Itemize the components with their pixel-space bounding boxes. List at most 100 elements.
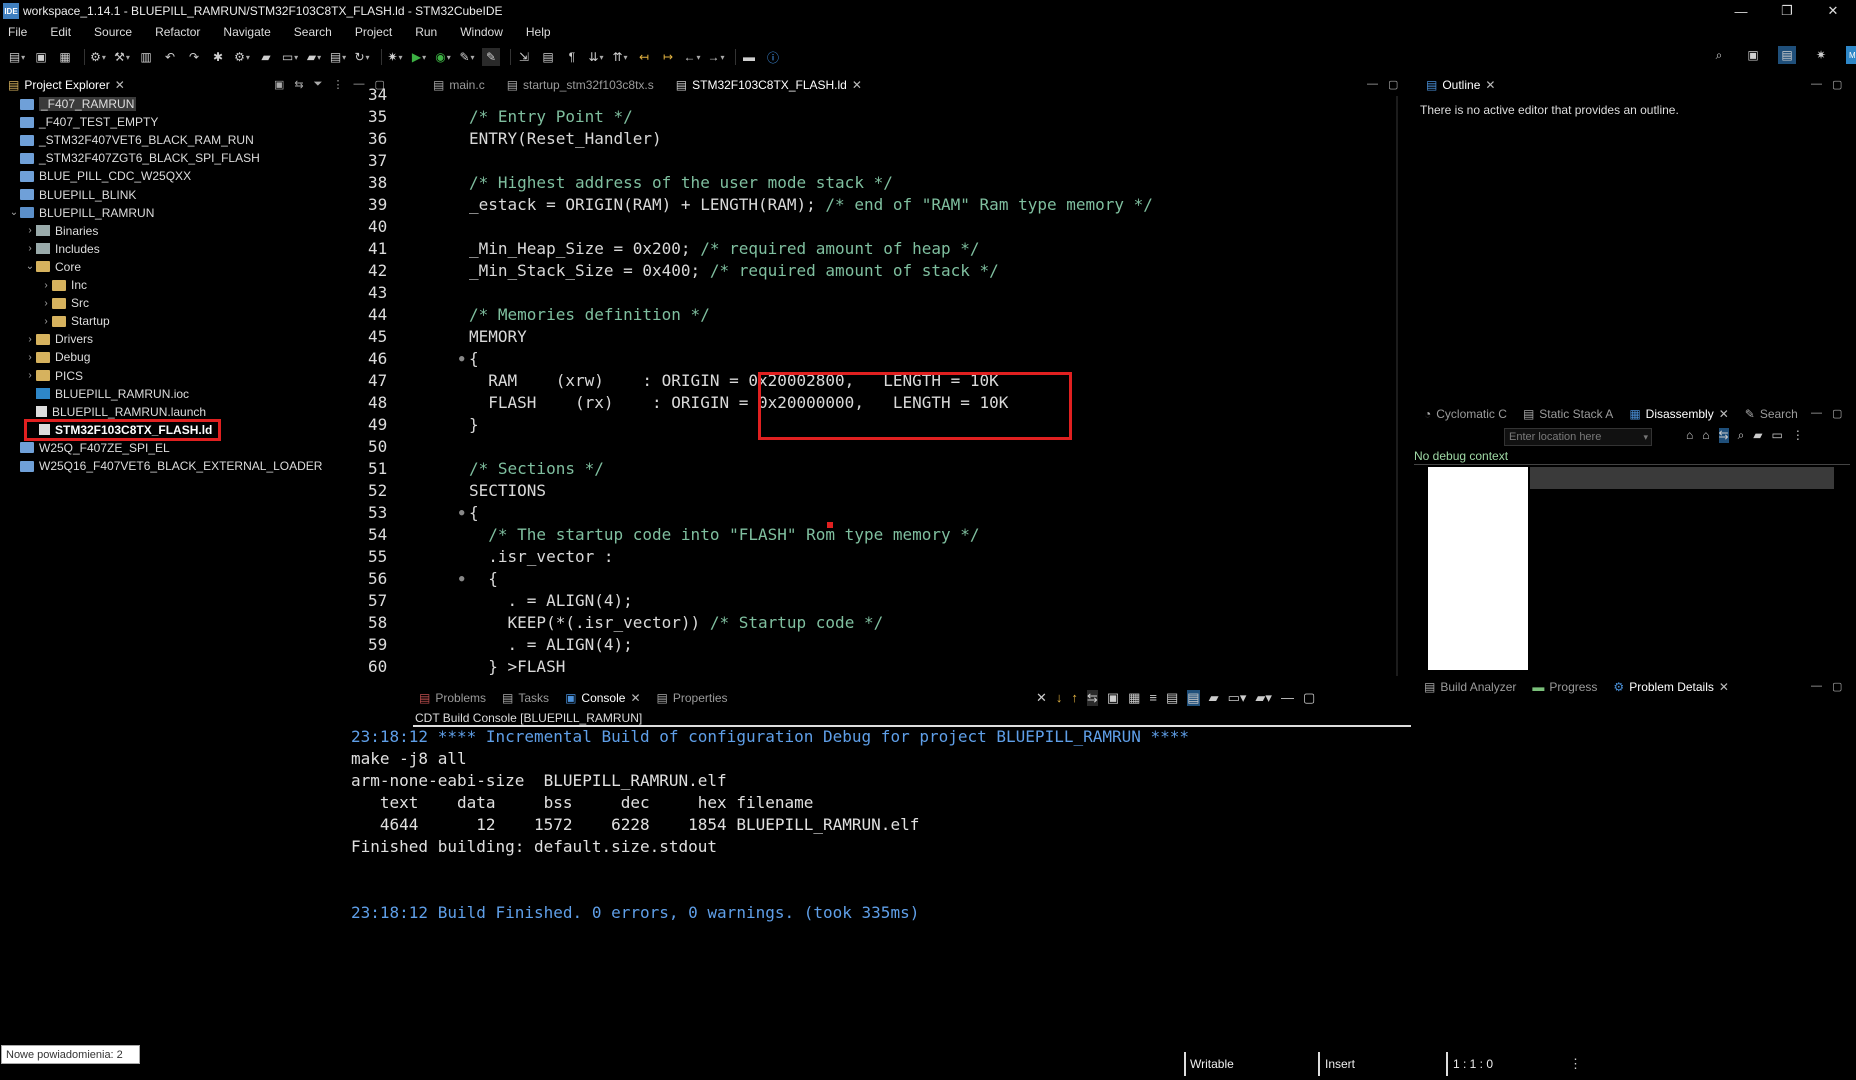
fold-icon[interactable]: ● bbox=[459, 348, 464, 370]
tree-item[interactable]: BLUEPILL_RAMRUN.launch bbox=[24, 404, 206, 420]
word-wrap-icon[interactable]: ≡ bbox=[1149, 690, 1157, 706]
tree-item[interactable]: ⌄ BLUEPILL_RAMRUN bbox=[8, 205, 155, 221]
brush-icon[interactable]: ✎ bbox=[458, 48, 476, 66]
tree-item[interactable]: _F407_TEST_EMPTY bbox=[8, 114, 158, 130]
tab-problem-details[interactable]: ⚙ Problem Details ✕ bbox=[1605, 676, 1737, 698]
next-annotation-icon[interactable]: ⇊ bbox=[587, 48, 605, 66]
build-config-icon[interactable]: ⚙ bbox=[89, 48, 107, 66]
build-hammer-icon[interactable]: ⚒ bbox=[113, 48, 131, 66]
close-icon[interactable]: ✕ bbox=[630, 691, 640, 705]
maximize-icon[interactable]: ▢ bbox=[1832, 680, 1842, 693]
chevron-right-icon[interactable]: › bbox=[40, 316, 52, 327]
new-source-icon[interactable]: ▤ bbox=[329, 48, 347, 66]
forward-icon[interactable]: → bbox=[707, 48, 725, 66]
maximize-icon[interactable]: ▢ bbox=[1303, 690, 1315, 706]
tree-item[interactable]: W25Q_F407ZE_SPI_EL bbox=[8, 440, 170, 456]
tab-disassembly[interactable]: ▦ Disassembly ✕ bbox=[1621, 403, 1736, 425]
tree-item[interactable]: _F407_RAMRUN bbox=[8, 96, 137, 112]
tab-progress[interactable]: ▬ Progress bbox=[1524, 676, 1605, 698]
pin-console-icon[interactable]: ▤ bbox=[1187, 690, 1200, 706]
new-project-icon[interactable]: ▭ bbox=[281, 48, 299, 66]
tree-item[interactable]: › Drivers bbox=[24, 331, 93, 347]
link-editor-icon[interactable]: ⇆ bbox=[294, 78, 303, 91]
menu-project[interactable]: Project bbox=[355, 25, 392, 39]
scroll-up-icon[interactable]: ↑ bbox=[1071, 690, 1078, 706]
clear-console-icon[interactable]: ✕ bbox=[1036, 690, 1047, 706]
debug-icon[interactable]: ✷ bbox=[386, 48, 404, 66]
console-output[interactable]: 23:18:12 **** Incremental Build of confi… bbox=[351, 726, 1191, 956]
close-icon[interactable]: ✕ bbox=[1485, 78, 1495, 92]
chevron-right-icon[interactable]: › bbox=[40, 298, 52, 309]
save-icon[interactable]: ▣ bbox=[32, 48, 50, 66]
device-config-icon[interactable]: ⚙ bbox=[233, 48, 251, 66]
menu-window[interactable]: Window bbox=[460, 25, 503, 39]
cpp-perspective-icon[interactable]: ▤ bbox=[1778, 46, 1796, 64]
tab-static-stack[interactable]: ▤ Static Stack A bbox=[1515, 403, 1621, 425]
open-perspective-icon[interactable]: ▣ bbox=[1744, 46, 1762, 64]
menu-source[interactable]: Source bbox=[94, 25, 132, 39]
chevron-down-icon[interactable]: ⌄ bbox=[8, 207, 20, 218]
refresh-icon[interactable]: ⌕ bbox=[1738, 428, 1745, 443]
close-icon[interactable]: ✕ bbox=[1719, 407, 1729, 421]
tree-item[interactable]: › Binaries bbox=[24, 223, 98, 239]
view-menu-icon[interactable]: ⋮ bbox=[1792, 428, 1804, 443]
chevron-right-icon[interactable]: › bbox=[24, 243, 36, 254]
minimize-icon[interactable]: — bbox=[1281, 690, 1294, 706]
view-menu-icon[interactable]: ⋮ bbox=[332, 78, 343, 91]
last-edit-icon[interactable]: ↤ bbox=[635, 48, 653, 66]
undo-icon[interactable]: ↶ bbox=[161, 48, 179, 66]
next-edit-icon[interactable]: ↦ bbox=[659, 48, 677, 66]
link-icon[interactable]: ⇆ bbox=[1718, 428, 1729, 443]
tab-build-analyzer[interactable]: ▤ Build Analyzer bbox=[1416, 676, 1524, 698]
run-icon[interactable]: ▶ bbox=[410, 48, 428, 66]
tree-item[interactable]: ⌄ Core bbox=[24, 259, 81, 275]
tab-tasks[interactable]: ▤ Tasks bbox=[494, 687, 557, 709]
filter-icon[interactable]: ⏷ bbox=[314, 78, 323, 91]
home-icon[interactable]: ⌂ bbox=[1686, 428, 1693, 443]
chevron-right-icon[interactable]: › bbox=[24, 370, 36, 381]
mx-perspective-icon[interactable]: MX bbox=[1846, 46, 1856, 64]
export-icon[interactable]: ▭ bbox=[1772, 428, 1783, 443]
close-icon[interactable]: ✕ bbox=[115, 78, 125, 92]
debug-perspective-icon[interactable]: ✷ bbox=[1812, 46, 1830, 64]
chevron-right-icon[interactable]: › bbox=[24, 334, 36, 345]
tree-item[interactable]: › Debug bbox=[24, 349, 90, 365]
maximize-icon[interactable]: ▢ bbox=[1832, 407, 1842, 420]
chevron-right-icon[interactable]: › bbox=[24, 352, 36, 363]
menu-edit[interactable]: Edit bbox=[50, 25, 71, 39]
minimize-icon[interactable]: — bbox=[1811, 680, 1822, 693]
save-all-icon[interactable]: ▦ bbox=[56, 48, 74, 66]
tree-item[interactable]: › PICS bbox=[24, 368, 83, 384]
chevron-right-icon[interactable]: › bbox=[24, 225, 36, 236]
tree-item[interactable]: _STM32F407VET6_BLACK_RAM_RUN bbox=[8, 132, 254, 148]
minimize-icon[interactable]: — bbox=[1811, 407, 1822, 420]
open-console-icon[interactable]: ▰▾ bbox=[1255, 690, 1272, 706]
tree-item[interactable]: › Src bbox=[40, 295, 89, 311]
fold-icon[interactable]: ● bbox=[459, 502, 464, 524]
copy-icon[interactable]: ▣ bbox=[1107, 690, 1119, 706]
tree-item[interactable]: BLUE_PILL_CDC_W25QXX bbox=[8, 168, 191, 184]
tab-problems[interactable]: ▤ Problems bbox=[411, 687, 494, 709]
tab-cyclomatic[interactable]: ◔ Cyclomatic C bbox=[1416, 403, 1515, 425]
toggle-mark-icon[interactable]: ✎ bbox=[482, 48, 500, 66]
paste-icon[interactable]: ▦ bbox=[1128, 690, 1140, 706]
maximize-icon[interactable]: ▢ bbox=[1388, 78, 1398, 91]
scroll-down-icon[interactable]: ↓ bbox=[1056, 690, 1063, 706]
tree-item[interactable]: › Inc bbox=[40, 277, 87, 293]
new-console-icon[interactable]: ▭▾ bbox=[1228, 690, 1247, 706]
status-menu-icon[interactable]: ⋮ bbox=[1569, 1056, 1582, 1072]
display-console-icon[interactable]: ▰ bbox=[1209, 690, 1219, 706]
tab-outline[interactable]: ▤ Outline ✕ bbox=[1418, 74, 1503, 96]
tree-item[interactable]: W25Q16_F407VET6_BLACK_EXTERNAL_LOADER bbox=[8, 458, 322, 474]
tab-console[interactable]: ▣ Console ✕ bbox=[557, 687, 648, 709]
minimize-icon[interactable]: — bbox=[1367, 78, 1378, 91]
chevron-down-icon[interactable]: ▾ bbox=[1643, 432, 1648, 443]
tree-item[interactable]: BLUEPILL_RAMRUN.ioc bbox=[24, 386, 189, 402]
open-icon[interactable]: ▰ bbox=[1753, 428, 1762, 443]
tab-project-explorer[interactable]: ▤ Project Explorer ✕ bbox=[0, 74, 133, 96]
editor-scrollbar[interactable] bbox=[1396, 96, 1398, 676]
open-project-icon[interactable]: ▰ bbox=[305, 48, 323, 66]
close-icon[interactable]: ✕ bbox=[1719, 680, 1729, 694]
redo-icon[interactable]: ↷ bbox=[185, 48, 203, 66]
tree-item[interactable]: BLUEPILL_BLINK bbox=[8, 187, 136, 203]
